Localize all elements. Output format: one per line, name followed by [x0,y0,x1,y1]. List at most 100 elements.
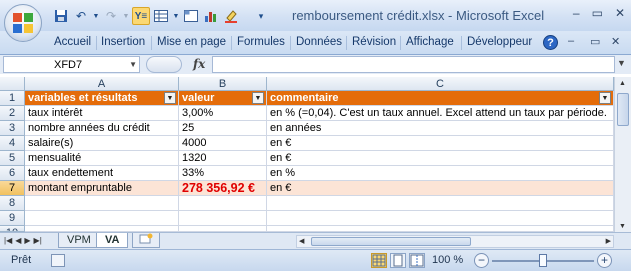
insert-sheet-button[interactable] [132,233,160,248]
ribbon-restore-icon[interactable]: ▭ [590,35,600,48]
last-sheet-icon[interactable]: ▶| [34,236,42,245]
zoom-in-button[interactable]: + [597,253,612,268]
table-cell[interactable]: montant empruntable [25,181,179,196]
table-header-cell[interactable]: valeur ▼ [179,91,267,106]
table-cell[interactable] [25,211,179,226]
expand-formula-icon[interactable]: ▼ [617,58,626,68]
table-header-cell[interactable]: variables et résultats ▼ [25,91,179,106]
row-header[interactable]: 2 [0,106,25,121]
tab-revision[interactable]: Révision [352,36,396,48]
filter-dropdown-icon[interactable]: ▼ [164,92,176,104]
ribbon-close-icon[interactable]: ✕ [611,35,620,48]
chevron-down-icon[interactable]: ▼ [129,60,137,69]
table-cell[interactable]: 1320 [179,151,267,166]
next-sheet-icon[interactable]: ▶ [24,236,30,245]
scroll-thumb[interactable] [617,93,629,126]
zoom-out-button[interactable]: − [474,253,489,268]
table-cell[interactable]: nombre années du crédit [25,121,179,136]
table-cell[interactable]: 25 [179,121,267,136]
row-header-selected[interactable]: 7 [0,181,25,196]
redo-icon[interactable]: ↷ [102,7,120,25]
table-cell[interactable]: en € [267,151,614,166]
scroll-right-icon[interactable]: ▶ [606,237,611,245]
tab-mise-en-page[interactable]: Mise en page [157,36,226,48]
select-all-corner[interactable] [0,77,25,91]
row-header[interactable]: 1 [0,91,25,106]
page-break-button[interactable] [409,253,425,268]
table-cell[interactable]: en années [267,121,614,136]
save-icon[interactable] [52,7,70,25]
vertical-scrollbar[interactable]: ▲ ▼ [614,77,631,232]
highlight-icon[interactable] [222,7,240,25]
table-cell[interactable] [179,211,267,226]
zoom-level[interactable]: 100 % [432,254,463,266]
filter-toolbar-icon[interactable]: Y≡ [132,7,150,25]
page-layout-button[interactable] [390,253,406,268]
tab-affichage[interactable]: Affichage [406,36,454,48]
tab-accueil[interactable]: Accueil [54,36,91,48]
table-cell[interactable]: en € [267,136,614,151]
table-cell[interactable]: salaire(s) [25,136,179,151]
horizontal-scrollbar[interactable]: ◀ ▶ [296,235,614,248]
row-header[interactable]: 5 [0,151,25,166]
undo-icon[interactable]: ↶ [72,7,90,25]
tab-formules[interactable]: Formules [237,36,285,48]
table-cell[interactable]: taux endettement [25,166,179,181]
freeze-panes-icon[interactable] [182,7,200,25]
formula-input[interactable] [212,56,615,73]
undo-dropdown-icon[interactable]: ▼ [92,7,100,25]
row-header[interactable]: 3 [0,121,25,136]
tab-developpeur[interactable]: Développeur [467,36,532,48]
table-cell[interactable] [179,196,267,211]
scroll-down-icon[interactable]: ▼ [619,223,626,230]
minimize-button[interactable]: – [573,6,580,20]
table-cell[interactable]: en % [267,166,614,181]
scroll-left-icon[interactable]: ◀ [299,237,304,245]
table-cell[interactable]: 33% [179,166,267,181]
macro-record-icon[interactable] [51,254,65,267]
table-cell[interactable]: 3,00% [179,106,267,121]
ribbon-minimize-icon[interactable]: – [568,35,574,47]
restore-button[interactable]: ▭ [592,6,603,20]
column-header-b[interactable]: B [179,77,267,91]
table-cell[interactable]: mensualité [25,151,179,166]
table-cell[interactable] [25,196,179,211]
table-cell[interactable]: en € [267,181,614,196]
result-cell[interactable]: 278 356,92 € [179,181,267,196]
scroll-up-icon[interactable]: ▲ [619,80,626,87]
table-cell[interactable]: 4000 [179,136,267,151]
table-cell[interactable]: taux intérêt [25,106,179,121]
table-header-cell[interactable]: commentaire ▼ [267,91,614,106]
normal-view-button[interactable] [371,253,387,268]
row-header[interactable]: 4 [0,136,25,151]
tab-insertion[interactable]: Insertion [101,36,145,48]
row-header[interactable]: 9 [0,211,25,226]
zoom-slider-thumb[interactable] [539,254,547,267]
table-cell[interactable] [267,196,614,211]
status-bar: Prêt 100 % − + [0,249,631,271]
fx-icon[interactable]: fx [193,57,205,71]
office-button[interactable] [4,4,42,42]
row-header[interactable]: 6 [0,166,25,181]
customize-toolbar-icon[interactable]: ▾ [252,7,270,25]
column-header-c[interactable]: C [267,77,614,91]
prev-sheet-icon[interactable]: ◀ [15,236,21,245]
table-dropdown-icon[interactable]: ▼ [172,7,180,25]
tab-donnees[interactable]: Données [296,36,342,48]
sheet-tab-vpm[interactable]: VPM [58,233,100,248]
column-header-a[interactable]: A [25,77,179,91]
table-cell[interactable] [267,211,614,226]
table-format-icon[interactable] [152,7,170,25]
chart-icon[interactable] [202,7,220,25]
table-cell[interactable]: en % (=0,04). C'est un taux annuel. Exce… [267,106,614,121]
redo-dropdown-icon[interactable]: ▼ [122,7,130,25]
filter-dropdown-icon[interactable]: ▼ [599,92,611,104]
help-icon[interactable]: ? [543,35,558,50]
scroll-thumb[interactable] [311,237,471,246]
sheet-tab-va[interactable]: VA [96,233,129,248]
row-header[interactable]: 8 [0,196,25,211]
name-box[interactable]: XFD7 ▼ [3,56,140,73]
close-button[interactable]: ✕ [615,6,625,20]
filter-dropdown-icon[interactable]: ▼ [252,92,264,104]
first-sheet-icon[interactable]: |◀ [4,236,12,245]
